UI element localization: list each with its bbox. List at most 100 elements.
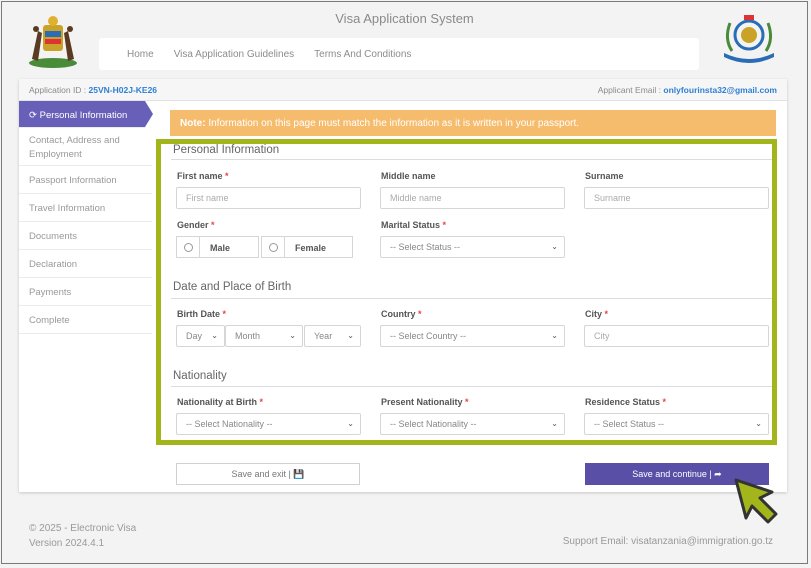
- birth-date-label: Birth Date *: [177, 309, 226, 319]
- nationality-birth-value: -- Select Nationality --: [186, 419, 273, 429]
- birth-month-value: Month: [235, 331, 261, 341]
- section-title-personal: Personal Information: [173, 144, 280, 156]
- gender-label: Gender *: [177, 220, 215, 230]
- chevron-down-icon: ⌄: [551, 419, 558, 428]
- steps-sidebar: ⟳ Personal Information Contact, Address …: [19, 101, 153, 334]
- sidebar-item-payments[interactable]: Payments: [19, 278, 152, 306]
- required-mark: *: [442, 220, 447, 230]
- marital-status-label-text: Marital Status: [381, 220, 441, 230]
- top-navbar: Home Visa Application Guidelines Terms A…: [99, 38, 699, 70]
- present-nationality-select[interactable]: -- Select Nationality -- ⌄: [380, 413, 565, 435]
- country-value: -- Select Country --: [390, 331, 467, 341]
- sidebar-item-label: Personal Information: [39, 110, 128, 121]
- gender-male-label: Male: [210, 243, 231, 253]
- required-mark: *: [225, 171, 229, 181]
- sidebar-item-travel[interactable]: Travel Information: [19, 194, 152, 222]
- required-mark: *: [604, 309, 609, 319]
- radio-divider: [284, 237, 285, 257]
- country-select[interactable]: -- Select Country -- ⌄: [380, 325, 565, 347]
- note-text: Information on this page must match the …: [205, 118, 580, 129]
- city-label-text: City: [585, 309, 603, 319]
- gender-male-radio[interactable]: Male: [176, 236, 259, 258]
- marital-status-label: Marital Status *: [381, 220, 446, 230]
- country-label: Country *: [381, 309, 422, 319]
- required-mark: *: [418, 309, 422, 319]
- marital-status-select[interactable]: -- Select Status -- ⌄: [380, 236, 565, 258]
- application-header: Application ID : 25VN-H02J-KE26 Applican…: [19, 79, 787, 101]
- sidebar-item-declaration[interactable]: Declaration: [19, 250, 152, 278]
- required-mark: *: [259, 397, 264, 407]
- footer-version: Version 2024.4.1: [29, 538, 105, 549]
- chevron-down-icon: ⌄: [551, 331, 558, 340]
- gender-female-label: Female: [295, 243, 327, 253]
- section-divider: [171, 159, 772, 160]
- sidebar-item-personal-information[interactable]: ⟳ Personal Information: [19, 101, 153, 128]
- country-label-text: Country: [381, 309, 416, 319]
- chevron-down-icon: ⌄: [755, 419, 762, 428]
- footer-copyright: © 2025 - Electronic Visa: [29, 523, 137, 534]
- first-name-input[interactable]: First name: [176, 187, 361, 209]
- applicant-email-value: onlyfourinsta32@gmail.com: [663, 85, 777, 95]
- nationality-birth-label: Nationality at Birth *: [177, 397, 263, 407]
- application-card: Application ID : 25VN-H02J-KE26 Applican…: [19, 79, 787, 492]
- surname-input[interactable]: Surname: [584, 187, 769, 209]
- middle-name-input[interactable]: Middle name: [380, 187, 565, 209]
- first-name-label-text: First name: [177, 171, 223, 181]
- radio-divider: [199, 237, 200, 257]
- required-mark: *: [662, 397, 667, 407]
- passport-note-banner: Note: Information on this page must matc…: [170, 110, 776, 136]
- section-divider: [171, 386, 772, 387]
- birth-year-value: Year: [314, 331, 333, 341]
- chevron-down-icon: ⌄: [289, 331, 296, 340]
- city-input[interactable]: City: [584, 325, 769, 347]
- footer-info: © 2025 - Electronic Visa Version 2024.4.…: [29, 521, 136, 551]
- residence-status-label: Residence Status *: [585, 397, 666, 407]
- birth-month-select[interactable]: Month ⌄: [225, 325, 303, 347]
- section-title-nationality: Nationality: [173, 370, 227, 382]
- application-id-value: 25VN-H02J-KE26: [88, 85, 158, 95]
- first-name-label: First name *: [177, 171, 229, 181]
- city-label: City *: [585, 309, 608, 319]
- chevron-down-icon: ⌄: [347, 419, 354, 428]
- pointer-arrow-icon: [734, 478, 778, 524]
- present-nationality-label-text: Present Nationality: [381, 397, 463, 407]
- section-title-birth: Date and Place of Birth: [173, 281, 292, 293]
- nav-home[interactable]: Home: [127, 49, 154, 60]
- nav-guidelines[interactable]: Visa Application Guidelines: [174, 49, 294, 60]
- chevron-down-icon: ⌄: [347, 331, 354, 340]
- loading-spinner-icon: ⟳: [29, 110, 40, 121]
- application-id: Application ID : 25VN-H02J-KE26: [29, 85, 157, 95]
- residence-status-select[interactable]: -- Select Status -- ⌄: [584, 413, 769, 435]
- marital-status-value: -- Select Status --: [390, 242, 461, 252]
- middle-name-label: Middle name: [381, 171, 436, 181]
- sidebar-item-complete[interactable]: Complete: [19, 306, 152, 334]
- save-and-exit-button[interactable]: Save and exit | 💾: [176, 463, 360, 485]
- nationality-birth-select[interactable]: -- Select Nationality -- ⌄: [176, 413, 361, 435]
- nationality-birth-label-text: Nationality at Birth: [177, 397, 258, 407]
- app-title: Visa Application System: [335, 11, 474, 26]
- note-prefix: Note:: [180, 118, 206, 129]
- present-nationality-label: Present Nationality *: [381, 397, 469, 407]
- birth-day-select[interactable]: Day ⌄: [176, 325, 225, 347]
- required-mark: *: [222, 309, 227, 319]
- chevron-down-icon: ⌄: [551, 242, 558, 251]
- radio-circle-icon: [269, 243, 278, 252]
- nav-terms[interactable]: Terms And Conditions: [314, 49, 411, 60]
- footer-support-email: Support Email: visatanzania@immigration.…: [562, 536, 773, 547]
- birth-day-value: Day: [186, 331, 203, 341]
- present-nationality-value: -- Select Nationality --: [390, 419, 477, 429]
- gender-label-text: Gender: [177, 220, 209, 230]
- birth-year-select[interactable]: Year ⌄: [304, 325, 361, 347]
- browser-frame: Visa Application System Home Visa Applic…: [1, 1, 808, 564]
- gender-female-radio[interactable]: Female: [261, 236, 353, 258]
- sidebar-item-passport[interactable]: Passport Information: [19, 166, 152, 194]
- applicant-email: Applicant Email : onlyfourinsta32@gmail.…: [598, 85, 777, 95]
- application-id-label: Application ID :: [29, 85, 89, 95]
- sidebar-item-documents[interactable]: Documents: [19, 222, 152, 250]
- radio-circle-icon: [184, 243, 193, 252]
- chevron-down-icon: ⌄: [211, 331, 218, 340]
- applicant-email-label: Applicant Email :: [597, 85, 664, 95]
- sidebar-item-contact[interactable]: Contact, Address and Employment: [19, 128, 152, 166]
- section-divider: [171, 298, 772, 299]
- required-mark: *: [211, 220, 215, 230]
